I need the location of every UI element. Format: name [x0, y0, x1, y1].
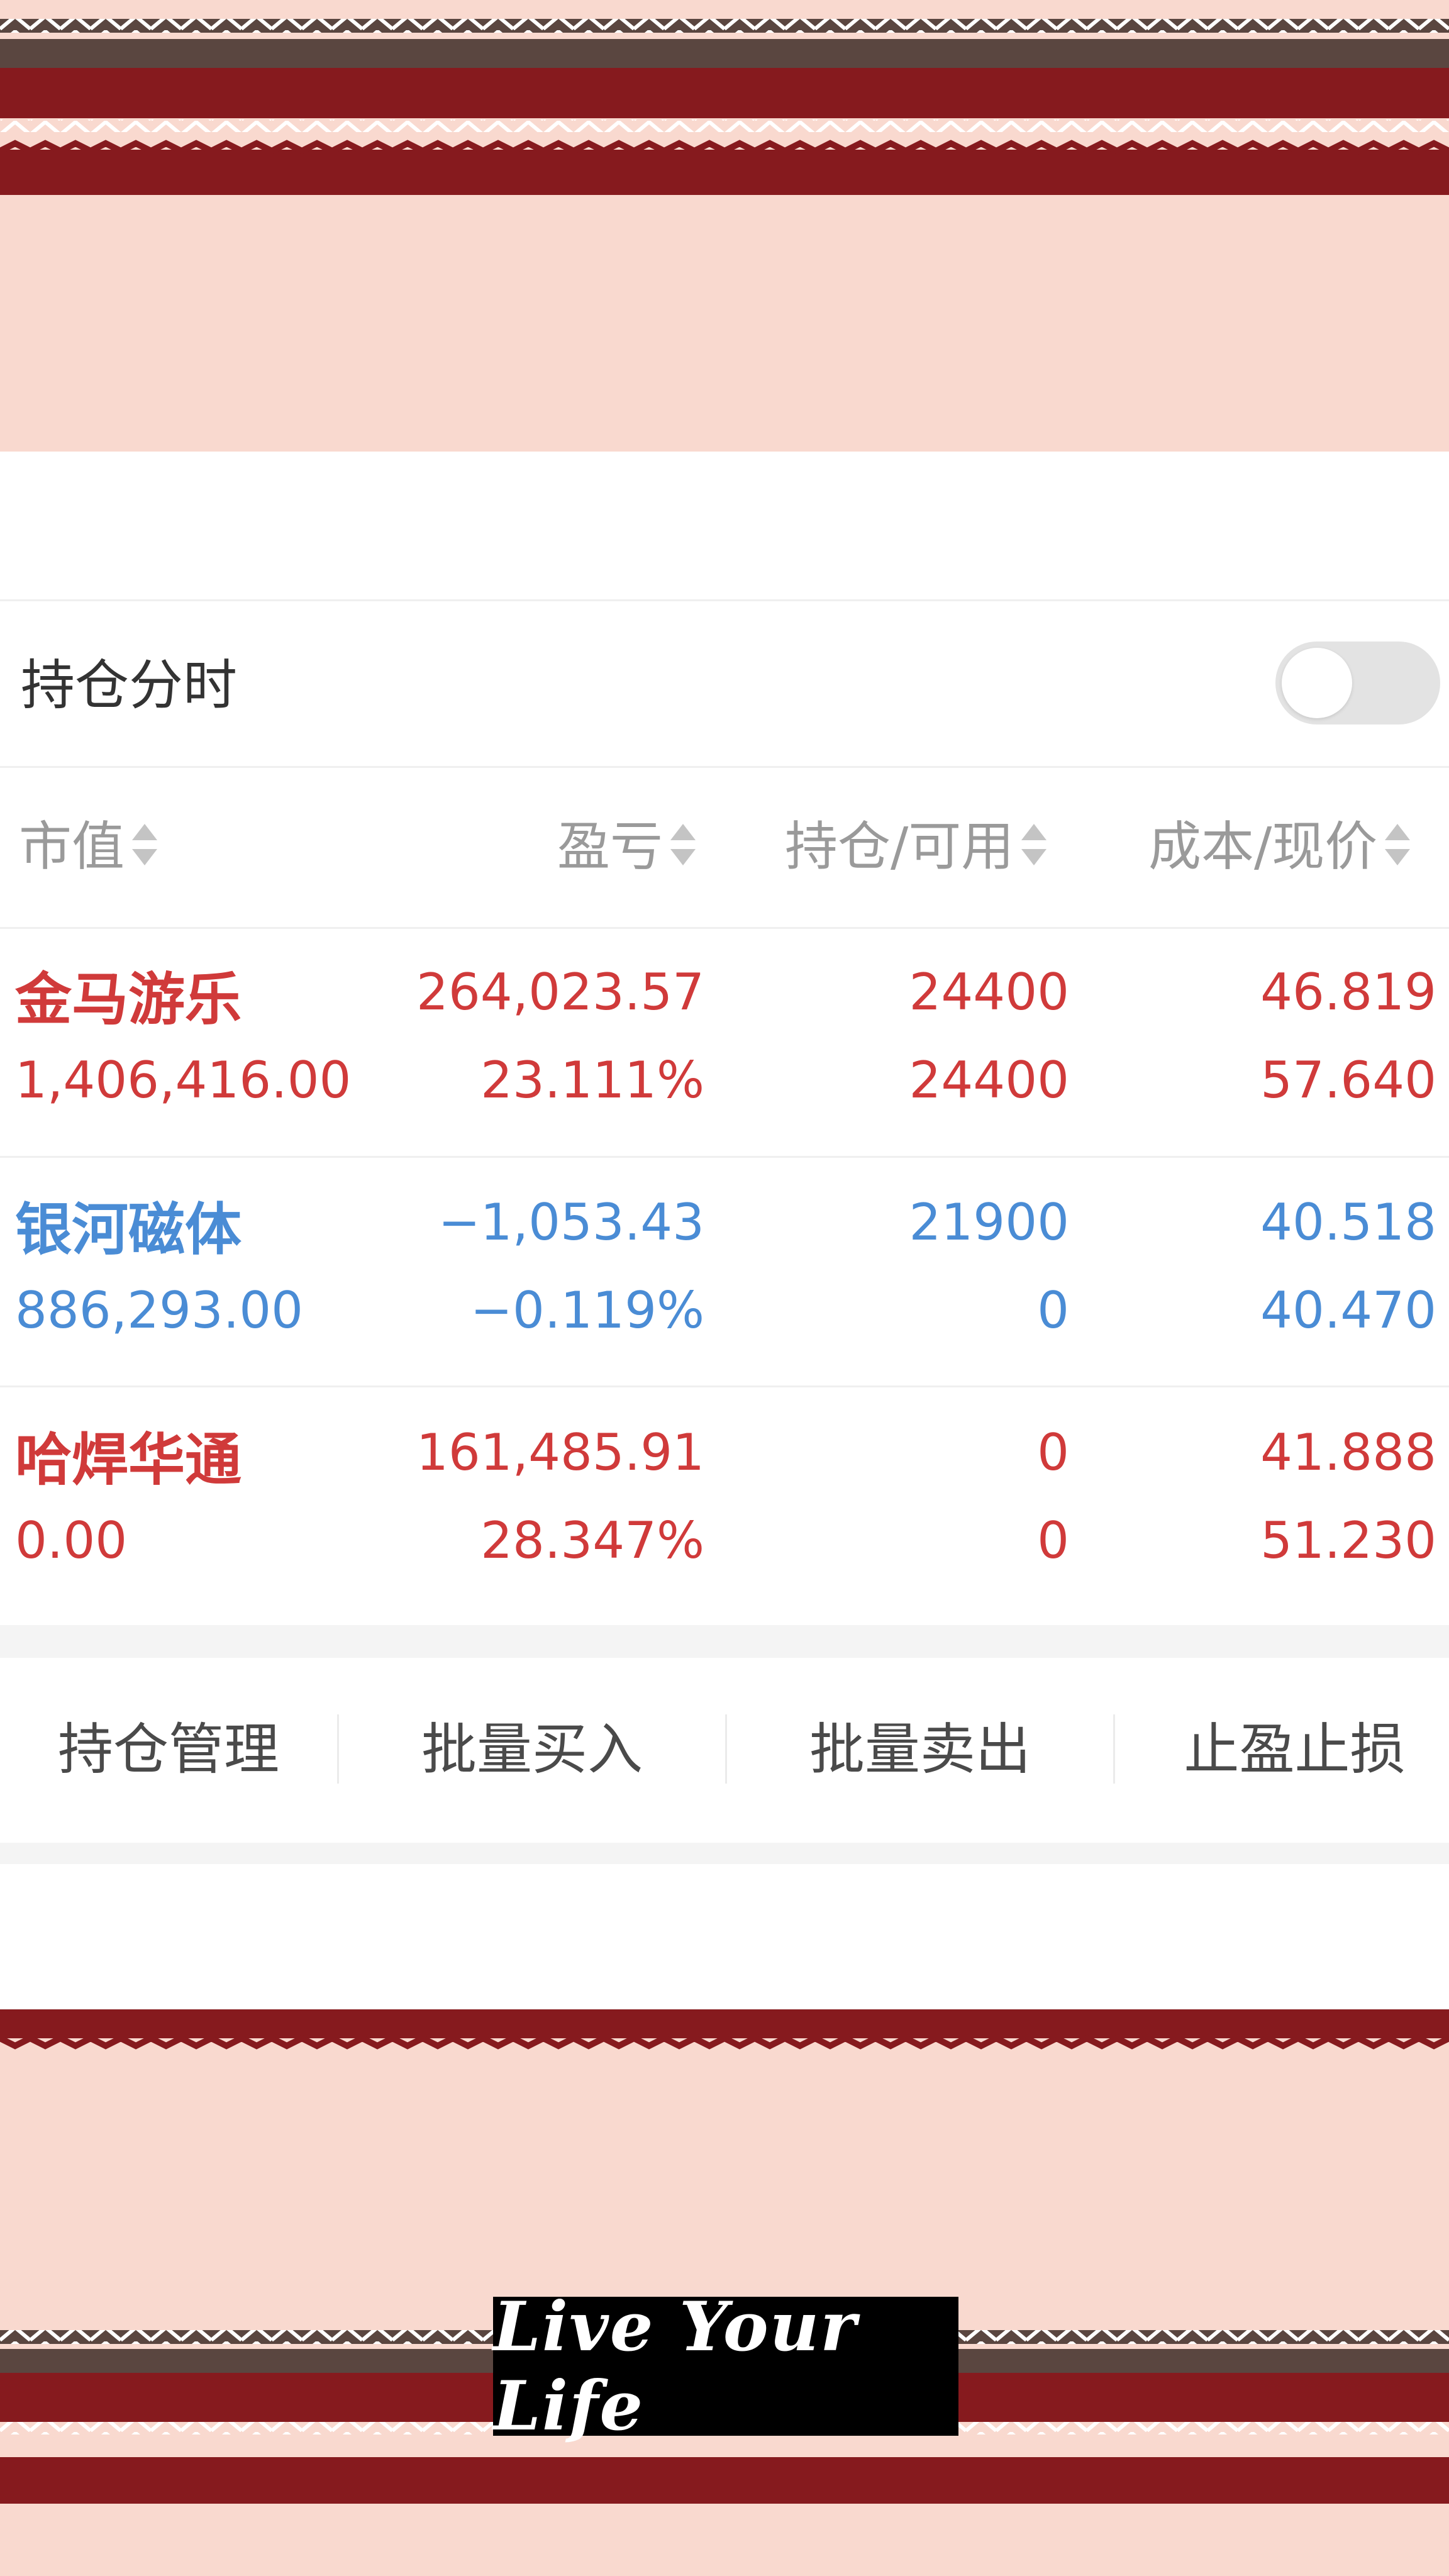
pnl-amount: 264,023.57	[416, 963, 704, 1021]
section-gap	[0, 1843, 1449, 1864]
zigzag-pattern-top	[0, 0, 1449, 208]
stock-name: 哈焊华通	[15, 1427, 242, 1493]
available-qty: 0	[1037, 1511, 1069, 1570]
current-price: 51.230	[1260, 1511, 1436, 1570]
header-label: 盈亏	[557, 816, 663, 877]
available-qty: 24400	[909, 1051, 1070, 1109]
header-market-value[interactable]: 市值	[19, 815, 158, 878]
decorative-top-band	[0, 0, 1449, 452]
section-divider	[0, 599, 1449, 601]
cost-price: 40.518	[1260, 1193, 1436, 1252]
stock-name: 银河磁体	[15, 1197, 242, 1263]
sort-icon	[1384, 821, 1411, 872]
available-qty: 0	[1037, 1281, 1069, 1340]
header-position-available[interactable]: 持仓/可用	[785, 815, 1048, 878]
header-label: 市值	[19, 816, 125, 877]
sort-icon	[1020, 821, 1048, 872]
header-cost-price[interactable]: 成本/现价	[1148, 815, 1411, 878]
pnl-percent: 23.111%	[480, 1051, 704, 1109]
live-your-life-badge: Live Your Life	[493, 2287, 958, 2446]
batch-sell-button[interactable]: 批量卖出	[727, 1718, 1113, 1781]
market-value: 0.00	[15, 1511, 128, 1570]
section-gap	[0, 1625, 1449, 1658]
market-value: 1,406,416.00	[15, 1051, 352, 1109]
cost-price: 46.819	[1260, 963, 1436, 1021]
stop-profit-loss-button[interactable]: 止盈止损	[1115, 1718, 1449, 1781]
sort-icon	[131, 821, 158, 872]
position-qty: 21900	[909, 1193, 1070, 1252]
current-price: 40.470	[1260, 1281, 1436, 1340]
header-pnl[interactable]: 盈亏	[557, 815, 697, 878]
position-management-button[interactable]: 持仓管理	[0, 1718, 337, 1781]
batch-buy-button[interactable]: 批量买入	[339, 1718, 725, 1781]
sort-icon	[669, 821, 697, 872]
toggle-label-position-intraday: 持仓分时	[21, 654, 237, 717]
pnl-percent: 28.347%	[480, 1511, 704, 1570]
stock-name: 金马游乐	[15, 967, 242, 1033]
position-qty: 0	[1037, 1423, 1069, 1482]
section-divider	[0, 766, 1449, 768]
cost-price: 41.888	[1260, 1423, 1436, 1482]
header-label: 成本/现价	[1148, 816, 1378, 877]
header-label: 持仓/可用	[785, 816, 1014, 877]
pnl-amount: −1,053.43	[438, 1193, 704, 1252]
pnl-percent: −0.119%	[470, 1281, 704, 1340]
market-value: 886,293.00	[15, 1281, 304, 1340]
position-intraday-toggle[interactable]	[1275, 641, 1440, 724]
current-price: 57.640	[1260, 1051, 1436, 1109]
position-qty: 24400	[909, 963, 1070, 1021]
toggle-knob	[1282, 648, 1352, 718]
pnl-amount: 161,485.91	[416, 1423, 704, 1482]
